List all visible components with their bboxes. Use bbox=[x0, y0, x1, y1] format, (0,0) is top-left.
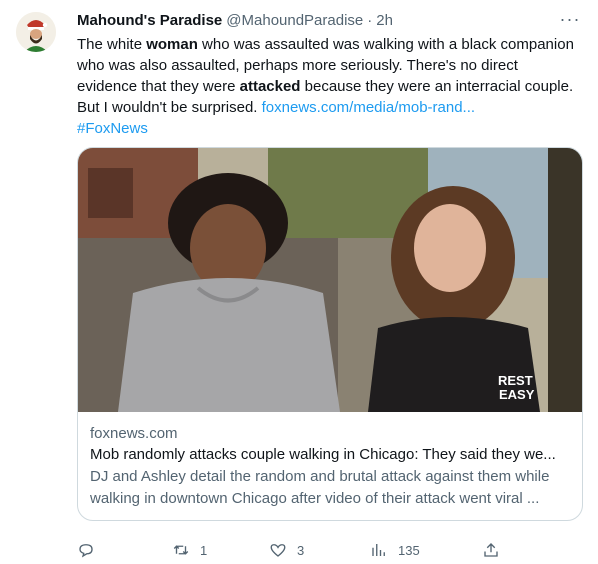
tweet-time[interactable]: 2h bbox=[376, 11, 393, 31]
tweet-header: Mahound's Paradise @MahoundParadise · 2h bbox=[77, 10, 582, 32]
tweet-bold-word: attacked bbox=[239, 78, 301, 95]
card-domain: foxnews.com bbox=[90, 425, 178, 442]
retweet-icon bbox=[173, 545, 189, 555]
hashtag-link[interactable]: #FoxNews bbox=[77, 120, 148, 137]
shirt-text-line1: REST bbox=[498, 373, 533, 388]
views-count: 135 bbox=[398, 542, 420, 558]
reply-icon bbox=[79, 544, 93, 558]
tweet-link[interactable]: foxnews.com/media/mob-rand... bbox=[262, 99, 475, 116]
author-handle[interactable]: @MahoundParadise bbox=[226, 11, 363, 31]
card-image: REST EASY bbox=[78, 148, 582, 412]
retweet-button[interactable]: 1 bbox=[172, 538, 207, 562]
link-card[interactable]: REST EASY foxnews.com Mob randomly attac… bbox=[77, 147, 583, 521]
views-button[interactable]: 135 bbox=[370, 538, 420, 562]
card-description: DJ and Ashley detail the random and brut… bbox=[90, 468, 550, 507]
like-button[interactable]: 3 bbox=[269, 538, 304, 562]
like-icon bbox=[270, 544, 286, 557]
more-icon[interactable]: ··· bbox=[558, 10, 582, 32]
views-icon bbox=[372, 544, 385, 556]
avatar[interactable] bbox=[16, 12, 56, 52]
shirt-text-line2: EASY bbox=[499, 387, 535, 402]
avatar-image bbox=[16, 12, 56, 52]
retweet-count: 1 bbox=[200, 542, 208, 558]
share-button[interactable] bbox=[482, 538, 500, 562]
reply-button[interactable] bbox=[77, 538, 105, 562]
like-count: 3 bbox=[297, 542, 305, 558]
tweet-actions: 1 3 135 bbox=[77, 538, 517, 562]
separator-dot: · bbox=[367, 12, 373, 29]
tweet-text: The white woman who was assaulted was wa… bbox=[77, 34, 577, 139]
tweet-text-part: The white bbox=[77, 36, 147, 53]
card-title: Mob randomly attacks couple walking in C… bbox=[90, 446, 556, 463]
author-name[interactable]: Mahound's Paradise bbox=[77, 11, 222, 31]
share-icon bbox=[484, 543, 498, 557]
tweet[interactable]: Mahound's Paradise @MahoundParadise · 2h… bbox=[0, 0, 598, 564]
tweet-bold-word: woman bbox=[146, 36, 198, 53]
